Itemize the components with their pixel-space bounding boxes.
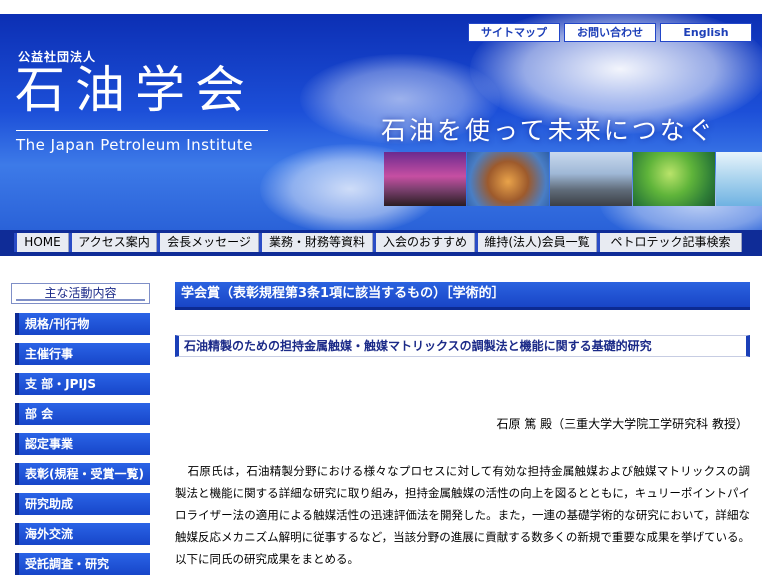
english-link[interactable]: English — [660, 23, 752, 42]
contact-link[interactable]: お問い合わせ — [564, 23, 656, 42]
site-logo-english: The Japan Petroleum Institute — [16, 136, 253, 154]
photo-strip — [384, 152, 762, 206]
sidebar-item-awards[interactable]: 表彰(規程・受賞一覧) — [11, 463, 150, 485]
sidebar-item-branches[interactable]: 支 部・JPIJS — [11, 373, 150, 395]
photo-water-bottles — [716, 152, 762, 206]
recipient-name: 石原 篤 殿（三重大学大学院工学研究科 教授） — [496, 417, 748, 431]
photo-children-circle — [467, 152, 549, 206]
site-logo[interactable]: 石油学会 — [15, 58, 255, 122]
sidebar-item-certification[interactable]: 認定事業 — [11, 433, 150, 455]
photo-child-leaf — [633, 152, 715, 206]
sidebar-item-commissioned-research[interactable]: 受託調査・研究 — [11, 553, 150, 575]
sidebar-item-publications[interactable]: 規格/刊行物 — [11, 313, 150, 335]
nav-home[interactable]: HOME — [14, 233, 69, 252]
nav-access[interactable]: アクセス案内 — [69, 233, 157, 252]
header-banner: サイトマップ お問い合わせ English 公益社団法人 石油学会 The Ja… — [0, 14, 762, 230]
utility-links: サイトマップ お問い合わせ English — [468, 23, 752, 42]
award-title: 石油精製のための担持金属触媒・触媒マトリックスの調製法と機能に関する基礎的研究 — [175, 335, 750, 357]
nav-corporate-members[interactable]: 維持(法人)会員一覧 — [475, 233, 597, 252]
nav-membership[interactable]: 入会のおすすめ — [373, 233, 475, 252]
nav-business-finance[interactable]: 業務・財務等資料 — [259, 233, 373, 252]
nav-president-message[interactable]: 会長メッセージ — [157, 233, 259, 252]
sidebar-item-international[interactable]: 海外交流 — [11, 523, 150, 545]
sidebar-item-events[interactable]: 主催行事 — [11, 343, 150, 365]
section-title: 学会賞（表彰規程第3条1項に該当するもの）［学術的］ — [175, 282, 750, 310]
sidebar-item-research-grants[interactable]: 研究助成 — [11, 493, 150, 515]
sitemap-link[interactable]: サイトマップ — [468, 23, 560, 42]
photo-city-skyline — [550, 152, 632, 206]
photo-people-silhouette — [384, 152, 466, 206]
sidebar-menu: 規格/刊行物 主催行事 支 部・JPIJS 部 会 認定事業 表彰(規程・受賞一… — [11, 313, 150, 580]
nav-petrotech-search[interactable]: ペトロテック記事検索 — [597, 233, 742, 252]
main-nav: HOME アクセス案内 会長メッセージ 業務・財務等資料 入会のおすすめ 維持(… — [0, 230, 762, 256]
sidebar-title: 主な活動内容 — [11, 283, 150, 304]
slogan: 石油を使って未来につなぐ — [381, 116, 716, 145]
logo-divider — [16, 130, 268, 131]
sidebar-item-divisions[interactable]: 部 会 — [11, 403, 150, 425]
award-description: 石原氏は，石油精製分野における様々なプロセスに対して有効な担持金属触媒および触媒… — [175, 464, 750, 566]
